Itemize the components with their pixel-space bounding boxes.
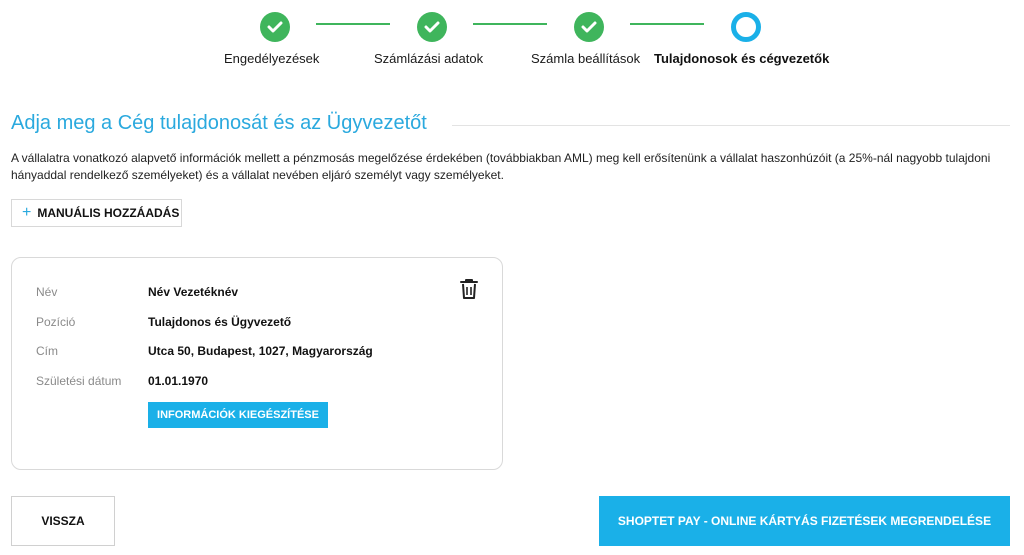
step-label-szamla-beallitasok: Számla beállítások: [531, 51, 641, 66]
field-label-position: Pozíció: [36, 315, 76, 329]
step-4-current-icon: [731, 12, 761, 42]
back-button[interactable]: VISSZA: [11, 496, 115, 546]
intro-paragraph: A vállalatra vonatkozó alapvető informác…: [11, 151, 991, 182]
field-value-position: Tulajdonos és Ügyvezető: [148, 315, 292, 329]
step-label-engedelyezesek: Engedélyezések: [224, 51, 320, 66]
step-connector: [630, 23, 704, 25]
step-label-tulajdonosok: Tulajdonosok és cégvezetők: [654, 51, 830, 66]
step-connector: [473, 23, 547, 25]
heading-divider: [452, 125, 1010, 126]
add-manual-button[interactable]: + MANUÁLIS HOZZÁADÁS: [11, 199, 182, 227]
field-label-address: Cím: [36, 344, 58, 358]
step-connector: [316, 23, 390, 25]
progress-stepper: Engedélyezések Számlázási adatok Számla …: [0, 0, 1024, 80]
order-shoptet-pay-button[interactable]: SHOPTET PAY - ONLINE KÁRTYÁS FIZETÉSEK M…: [599, 496, 1010, 546]
trash-icon[interactable]: [459, 278, 479, 300]
step-1-check-icon: [260, 12, 290, 42]
add-manual-label: MANUÁLIS HOZZÁADÁS: [37, 206, 180, 220]
step-2-check-icon: [417, 12, 447, 42]
page-title: Adja meg a Cég tulajdonosát és az Ügyvez…: [11, 112, 427, 134]
field-value-address: Utca 50, Budapest, 1027, Magyarország: [148, 344, 373, 358]
field-value-birthdate: 01.01.1970: [148, 374, 209, 388]
field-label-name: Név: [36, 285, 58, 299]
plus-icon: +: [22, 204, 32, 221]
step-3-check-icon: [574, 12, 604, 42]
step-label-szamlazasi-adatok: Számlázási adatok: [374, 51, 484, 66]
field-value-name: Név Vezetéknév: [148, 285, 239, 299]
complete-info-button[interactable]: INFORMÁCIÓK KIEGÉSZÍTÉSE: [148, 402, 328, 428]
field-label-birthdate: Születési dátum: [36, 374, 122, 388]
owner-card: Név Név Vezetéknév Pozíció Tulajdonos és…: [11, 257, 503, 470]
